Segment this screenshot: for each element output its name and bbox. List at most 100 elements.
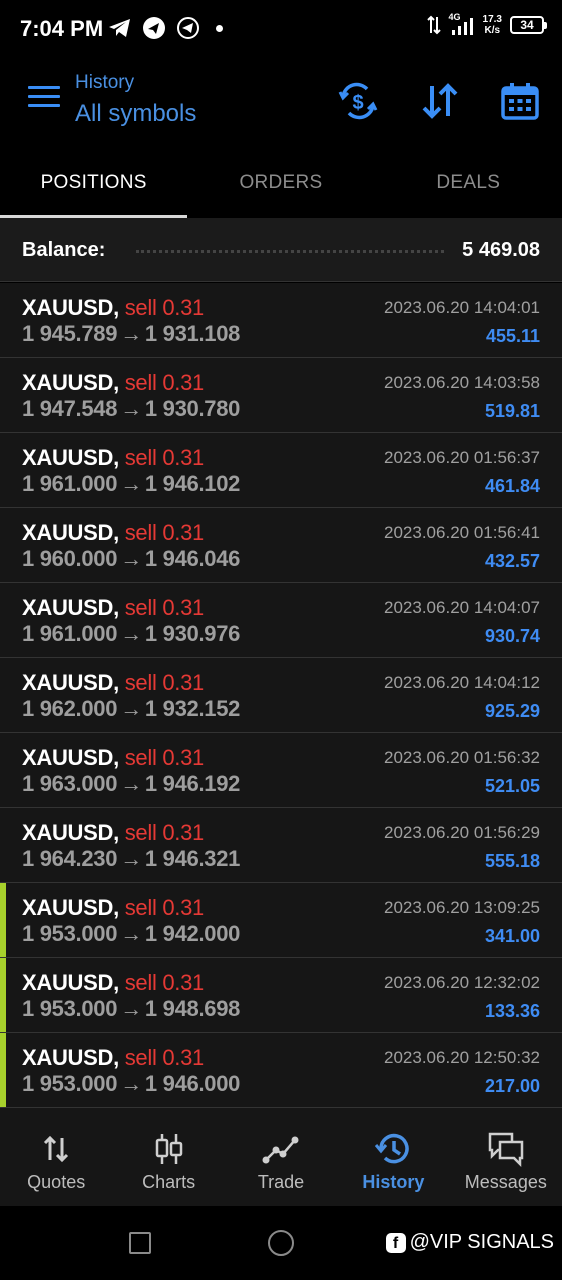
watermark: f @VIP SIGNALS: [385, 1231, 554, 1254]
position-row[interactable]: XAUUSD, sell 0.31 1 963.000 → 1 946.192 2023…: [0, 733, 562, 808]
position-symbol: XAUUSD,: [22, 745, 119, 770]
position-symbol: XAUUSD,: [22, 670, 119, 695]
position-profit: 432.57: [484, 551, 540, 571]
position-open-price: 1 964.230: [22, 846, 118, 871]
symbol-selector[interactable]: All symbols: [75, 100, 196, 128]
position-open-price: 1 953.000: [22, 1071, 118, 1096]
position-close-price: 1 946.102: [144, 471, 241, 496]
nav-messages[interactable]: Messages: [450, 1108, 562, 1206]
telegram-icon: [109, 19, 130, 37]
position-open-price: 1 953.000: [22, 996, 118, 1021]
position-prices: 1 963.000 → 1 946.192: [22, 771, 240, 797]
trade-icon: [261, 1130, 301, 1168]
position-title: XAUUSD, sell 0.31: [22, 745, 204, 771]
position-title: XAUUSD, sell 0.31: [22, 520, 204, 546]
system-nav-bar: f @VIP SIGNALS: [0, 1206, 562, 1280]
calendar-button[interactable]: [499, 80, 541, 122]
position-prices: 1 953.000 → 1 942.000: [22, 921, 240, 947]
position-title: XAUUSD, sell 0.31: [22, 370, 204, 396]
tab-deals[interactable]: DEALS: [375, 148, 562, 218]
position-profit: 521.05: [484, 776, 540, 796]
price-arrow: →: [120, 771, 142, 796]
position-open-price: 1 961.000: [22, 621, 118, 646]
menu-button[interactable]: [28, 86, 60, 110]
position-time: 2023.06.20 14:03:58: [384, 373, 540, 392]
tab-positions[interactable]: POSITIONS: [0, 148, 188, 218]
position-symbol: XAUUSD,: [22, 370, 119, 395]
recents-button[interactable]: [129, 1232, 151, 1254]
position-time: 2023.06.20 14:04:12: [384, 673, 540, 692]
home-button[interactable]: [268, 1230, 294, 1256]
nav-charts-label: Charts: [142, 1172, 196, 1192]
nav-quotes[interactable]: Quotes: [0, 1108, 112, 1206]
position-profit: 930.74: [484, 626, 540, 646]
position-row[interactable]: XAUUSD, sell 0.31 1 953.000 → 1 942.000 2023…: [0, 883, 562, 958]
tab-orders[interactable]: ORDERS: [187, 148, 374, 218]
nav-history[interactable]: History: [337, 1108, 449, 1206]
position-prices: 1 960.000 → 1 946.046: [22, 546, 240, 572]
position-row[interactable]: XAUUSD, sell 0.31 1 961.000 → 1 930.976 2023…: [0, 583, 562, 658]
position-title: XAUUSD, sell 0.31: [22, 670, 204, 696]
position-title: XAUUSD, sell 0.31: [22, 595, 204, 621]
position-title: XAUUSD, sell 0.31: [22, 970, 204, 996]
position-side: sell 0.31: [124, 745, 205, 770]
position-row[interactable]: XAUUSD, sell 0.31 1 962.000 → 1 932.152 2023…: [0, 658, 562, 733]
position-prices: 1 961.000 → 1 930.976: [22, 621, 240, 647]
position-time: 2023.06.20 01:56:37: [384, 448, 540, 467]
nav-trade[interactable]: Trade: [225, 1108, 337, 1206]
position-close-price: 1 932.152: [144, 696, 241, 721]
bottom-nav: Quotes Charts Trade History Messages: [0, 1108, 562, 1206]
position-side: sell 0.31: [124, 370, 205, 395]
position-time: 2023.06.20 14:04:01: [384, 298, 540, 317]
position-side: sell 0.31: [124, 295, 205, 320]
status-time: 7:04 PM: [20, 16, 104, 41]
quotes-icon: [36, 1130, 76, 1168]
history-tabs: POSITIONS ORDERS DEALS: [0, 148, 562, 218]
status-system-icons: 4G 17.3 K/s 34: [426, 12, 547, 36]
net-speed: 17.3 K/s: [483, 14, 502, 36]
position-open-price: 1 960.000: [22, 546, 118, 571]
status-notification-icons: [108, 16, 223, 40]
position-row[interactable]: XAUUSD, sell 0.31 1 945.789 → 1 931.108 2023…: [0, 283, 562, 358]
position-row[interactable]: XAUUSD, sell 0.31 1 961.000 → 1 946.102 2023…: [0, 433, 562, 508]
balance-label: Balance:: [22, 239, 106, 261]
position-title: XAUUSD, sell 0.31: [22, 295, 204, 321]
position-close-price: 1 942.000: [144, 921, 241, 946]
price-arrow: →: [120, 396, 142, 421]
facebook-icon: f: [385, 1232, 406, 1253]
position-close-price: 1 948.698: [144, 996, 241, 1021]
position-prices: 1 964.230 → 1 946.321: [22, 846, 240, 872]
status-bar: 7:04 PM 4G 17.3 K/s 34: [0, 0, 562, 56]
nav-messages-label: Messages: [464, 1172, 547, 1192]
position-close-price: 1 946.321: [144, 846, 241, 871]
position-prices: 1 962.000 → 1 932.152: [22, 696, 240, 722]
position-open-price: 1 945.789: [22, 321, 118, 346]
position-marker: [0, 958, 6, 1032]
position-title: XAUUSD, sell 0.31: [22, 895, 204, 921]
position-close-price: 1 946.192: [144, 771, 241, 796]
net-speed-unit: K/s: [484, 25, 501, 36]
position-row[interactable]: XAUUSD, sell 0.31 1 960.000 → 1 946.046 2023…: [0, 508, 562, 583]
price-arrow: →: [120, 921, 142, 946]
position-row[interactable]: XAUUSD, sell 0.31 1 953.000 → 1 948.698 2023…: [0, 958, 562, 1033]
position-symbol: XAUUSD,: [22, 895, 119, 920]
positions-list: XAUUSD, sell 0.31 1 945.789 → 1 931.108 2023…: [0, 283, 562, 1108]
position-marker: [0, 883, 6, 957]
position-row[interactable]: XAUUSD, sell 0.31 1 947.548 → 1 930.780 2023…: [0, 358, 562, 433]
position-row[interactable]: XAUUSD, sell 0.31 1 964.230 → 1 946.321 2023…: [0, 808, 562, 883]
nav-charts[interactable]: Charts: [112, 1108, 224, 1206]
sort-icon: [422, 83, 458, 119]
position-row[interactable]: XAUUSD, sell 0.31 1 953.000 → 1 946.000 2023…: [0, 1033, 562, 1108]
currency-exchange-button[interactable]: $: [337, 80, 379, 122]
position-side: sell 0.31: [124, 670, 205, 695]
position-time: 2023.06.20 14:04:07: [384, 598, 540, 617]
position-prices: 1 953.000 → 1 946.000: [22, 1071, 240, 1097]
position-profit: 217.00: [484, 1076, 540, 1096]
position-symbol: XAUUSD,: [22, 595, 119, 620]
position-open-price: 1 963.000: [22, 771, 118, 796]
position-title: XAUUSD, sell 0.31: [22, 820, 204, 846]
charts-icon: [149, 1130, 189, 1168]
watermark-text: @VIP SIGNALS: [409, 1231, 554, 1253]
position-symbol: XAUUSD,: [22, 1045, 119, 1070]
sort-button[interactable]: [419, 80, 461, 122]
